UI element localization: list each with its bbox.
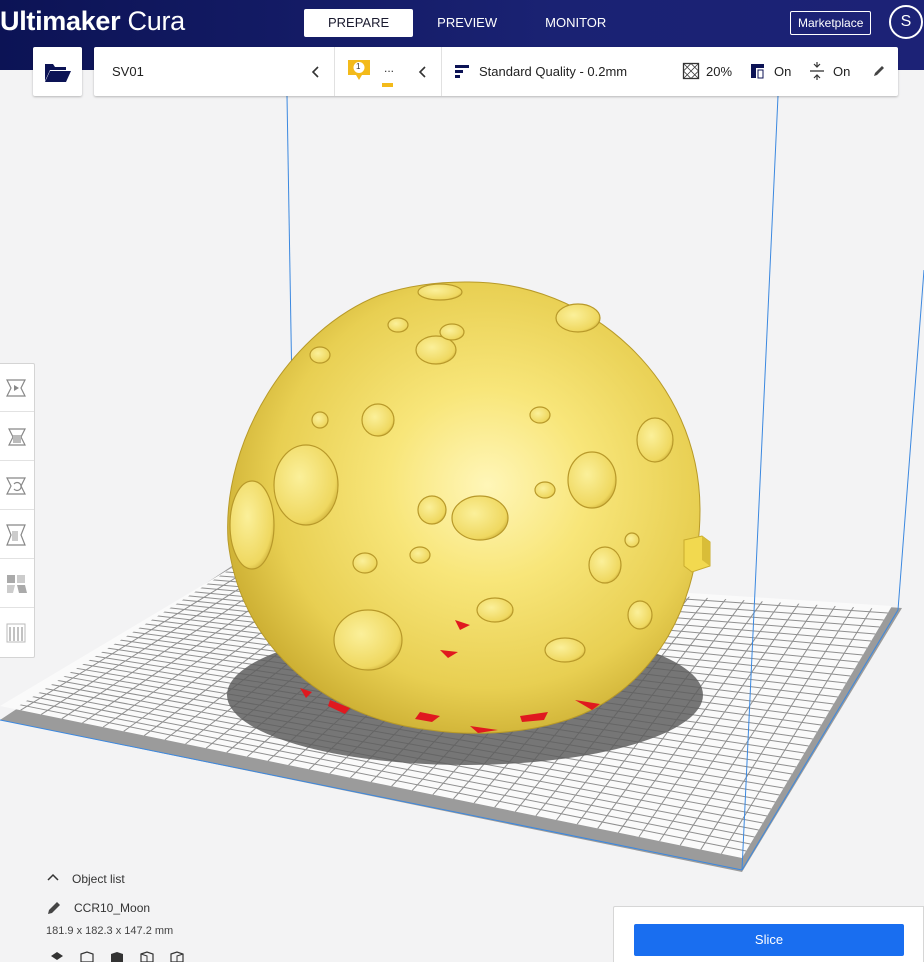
quality-profile-label[interactable]: Standard Quality - 0.2mm (479, 64, 627, 79)
crater (567, 451, 617, 509)
crater (333, 609, 403, 671)
object-dimensions: 181.9 x 182.3 x 147.2 mm (46, 925, 174, 937)
crater (387, 317, 409, 333)
logo-ultimaker: Ultimaker (0, 6, 121, 36)
crater (451, 495, 509, 541)
crater (352, 552, 378, 574)
camera-view-buttons (48, 950, 186, 962)
app-logo: Ultimaker Cura (0, 6, 185, 37)
crater (534, 481, 556, 499)
mirror-tool[interactable] (0, 511, 34, 559)
per-model-settings-tool[interactable] (0, 560, 34, 608)
tab-prepare[interactable]: PREPARE (304, 9, 414, 37)
crater (544, 637, 586, 663)
quality-profile-icon (455, 65, 469, 78)
adhesion-icon (810, 62, 824, 80)
crater (309, 346, 331, 364)
crater (311, 411, 329, 429)
crater (588, 546, 622, 584)
crater (273, 444, 339, 526)
extruder-color-swatch (382, 83, 393, 87)
object-list-label: Object list (72, 872, 125, 886)
object-name: CCR10_Moon (74, 901, 151, 915)
3d-viewport[interactable] (0, 0, 924, 962)
moon-model[interactable] (227, 281, 711, 734)
slice-button[interactable]: Slice (634, 924, 904, 956)
support-blocker-icon (6, 623, 26, 643)
printer-selector-label[interactable]: SV01 (112, 64, 144, 79)
crater (439, 323, 465, 341)
move-tool[interactable] (0, 364, 34, 412)
crater (555, 303, 601, 333)
account-avatar[interactable]: S (889, 5, 923, 39)
chevron-up-icon (47, 873, 59, 881)
3d-view-icon[interactable] (48, 950, 66, 962)
stage-tabs: PREPARE PREVIEW MONITOR (304, 9, 630, 37)
move-tool-icon (6, 378, 26, 397)
folder-open-icon (44, 63, 71, 82)
action-panel: Slice (613, 906, 924, 962)
pencil-icon (48, 902, 60, 914)
crater (529, 406, 551, 424)
support-value[interactable]: On (774, 64, 791, 79)
extruder-number: 1 (356, 62, 361, 71)
print-setup-toolbar: SV01 1 ... Standard Quality - 0.2mm 20% … (94, 47, 898, 96)
left-view-icon[interactable] (138, 950, 156, 962)
tool-panel (0, 363, 35, 658)
mirror-tool-icon (6, 523, 26, 546)
crater (476, 597, 514, 623)
front-view-icon[interactable] (78, 950, 96, 962)
extruder-material: ... (384, 61, 395, 75)
crater (627, 600, 653, 630)
logo-cura: Cura (120, 6, 186, 36)
object-list-item[interactable]: CCR10_Moon (46, 900, 150, 919)
tab-preview[interactable]: PREVIEW (413, 9, 521, 37)
infill-icon (682, 62, 700, 80)
crater (229, 480, 275, 570)
marketplace-button[interactable]: Marketplace (790, 11, 872, 35)
crater (361, 403, 395, 437)
crater (417, 495, 447, 525)
support-icon (751, 64, 764, 79)
scale-tool-icon (8, 427, 26, 446)
scale-tool[interactable] (0, 413, 34, 461)
object-list-toggle[interactable]: Object list (46, 871, 125, 888)
infill-value[interactable]: 20% (706, 64, 732, 79)
chevron-left-icon[interactable] (309, 63, 323, 81)
crater (409, 546, 431, 564)
support-blocker-tool[interactable] (0, 609, 34, 657)
crater (624, 532, 640, 548)
adhesion-value[interactable]: On (833, 64, 850, 79)
chevron-left-icon[interactable] (416, 63, 430, 81)
model-side-block (683, 535, 711, 573)
crater (636, 417, 674, 463)
open-file-button[interactable] (33, 47, 82, 96)
per-model-settings-icon (7, 574, 27, 593)
crater (417, 283, 463, 301)
rotate-tool-icon (6, 476, 26, 495)
tab-monitor[interactable]: MONITOR (521, 9, 630, 37)
right-view-icon[interactable] (168, 950, 186, 962)
pencil-icon[interactable] (872, 64, 886, 78)
top-view-icon[interactable] (108, 950, 126, 962)
rotate-tool[interactable] (0, 462, 34, 510)
